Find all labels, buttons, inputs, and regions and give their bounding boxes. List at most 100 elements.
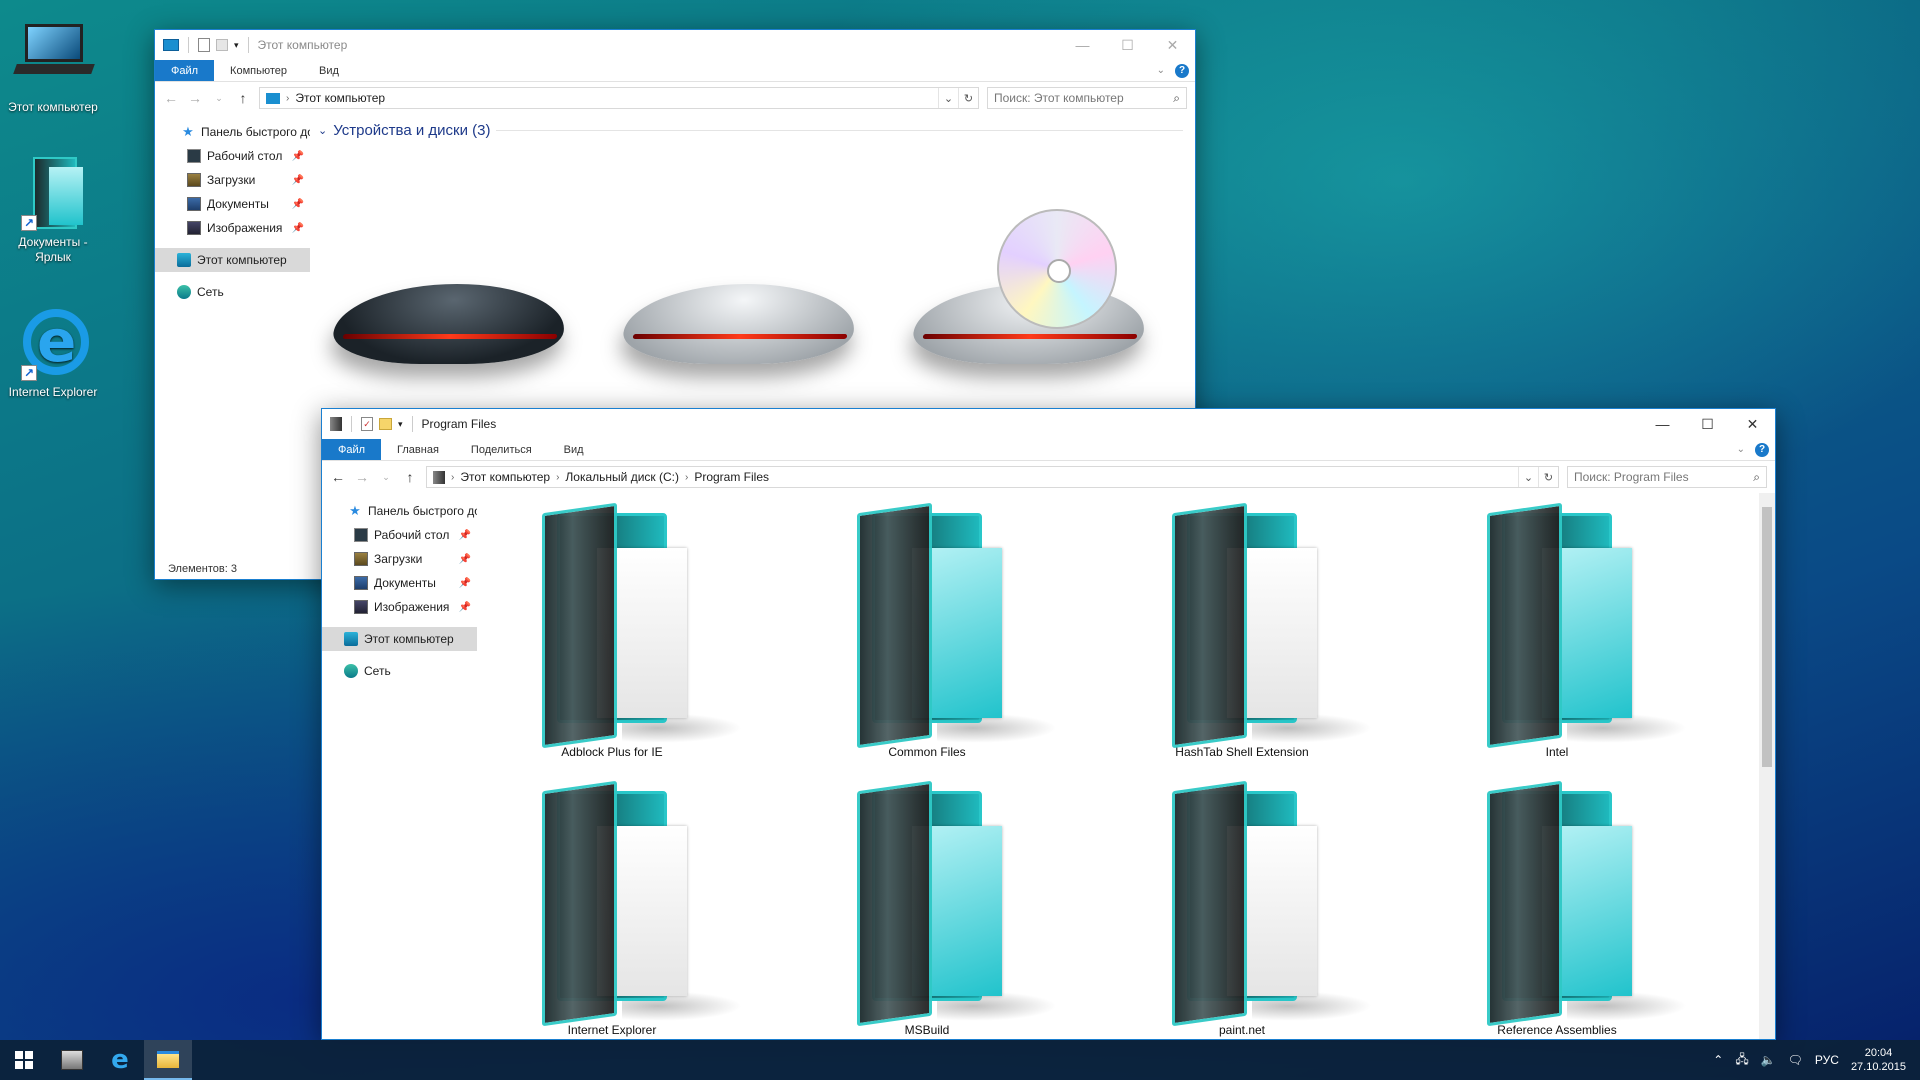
- tab-view[interactable]: Вид: [303, 60, 355, 81]
- nav-this-pc[interactable]: Этот компьютер: [322, 627, 477, 651]
- quick-access-dropdown-icon[interactable]: ▾: [234, 40, 239, 51]
- minimize-button[interactable]: —: [1060, 30, 1105, 60]
- help-icon[interactable]: ?: [1175, 63, 1189, 78]
- start-button[interactable]: [0, 1040, 48, 1080]
- breadcrumb-separator-icon: ›: [286, 92, 290, 104]
- ribbon-expand-icon[interactable]: ⌄: [1737, 444, 1745, 455]
- tab-file[interactable]: Файл: [322, 439, 382, 460]
- up-button[interactable]: ↑: [235, 90, 251, 106]
- search-box[interactable]: Поиск: Этот компьютер ⌕: [987, 87, 1187, 109]
- taskbar-file-explorer[interactable]: [144, 1040, 192, 1080]
- internet-explorer-icon: e ↗: [15, 305, 91, 381]
- nav-network[interactable]: Сеть: [322, 659, 477, 683]
- tab-view[interactable]: Вид: [548, 439, 600, 460]
- vertical-scrollbar[interactable]: [1759, 493, 1775, 1039]
- address-bar[interactable]: › Этот компьютер › Локальный диск (C:) ›…: [426, 466, 1559, 488]
- taskbar: e ⌃ 🖧 🔈 🗨 РУС 20:04 27.10.2015: [0, 1040, 1920, 1080]
- drive-item[interactable]: [615, 234, 865, 384]
- group-header-devices[interactable]: ⌄ Устройства и диски (3): [318, 122, 1195, 139]
- close-button[interactable]: ✕: [1150, 30, 1195, 60]
- folder-item[interactable]: MSBuild: [812, 780, 1057, 1037]
- folder-item[interactable]: Intel: [1442, 502, 1687, 759]
- clock-time: 20:04: [1864, 1047, 1893, 1059]
- folder-item[interactable]: Internet Explorer: [497, 780, 742, 1037]
- tab-home[interactable]: Главная: [381, 439, 455, 460]
- search-box[interactable]: Поиск: Program Files ⌕: [1567, 466, 1767, 488]
- computer-icon: [177, 253, 191, 267]
- tab-share[interactable]: Поделиться: [455, 439, 548, 460]
- nav-documents[interactable]: Документы 📌: [155, 192, 310, 216]
- scrollbar-thumb[interactable]: [1762, 507, 1772, 767]
- help-icon[interactable]: ?: [1755, 442, 1769, 457]
- back-button[interactable]: ←: [330, 469, 346, 485]
- properties-icon[interactable]: ✓: [361, 417, 373, 431]
- back-button[interactable]: ←: [163, 90, 179, 106]
- navigation-pane: ★ Панель быстрого доступа Рабочий стол 📌…: [322, 493, 477, 1039]
- search-icon: ⌕: [1753, 469, 1760, 484]
- nav-network[interactable]: Сеть: [155, 280, 310, 304]
- folder-item[interactable]: paint.net: [1127, 780, 1372, 1037]
- nav-downloads[interactable]: Загрузки 📌: [155, 168, 310, 192]
- language-indicator[interactable]: РУС: [1815, 1053, 1839, 1067]
- quick-access-dropdown-icon[interactable]: ▾: [398, 419, 403, 430]
- ribbon-expand-icon[interactable]: ⌄: [1157, 65, 1165, 76]
- desktop-icon-this-pc[interactable]: Этот компьютер: [0, 20, 106, 115]
- tab-computer[interactable]: Компьютер: [214, 60, 303, 81]
- folder-item[interactable]: HashTab Shell Extension: [1127, 502, 1372, 759]
- folder-item[interactable]: Reference Assemblies: [1442, 780, 1687, 1037]
- drive-item[interactable]: [325, 234, 575, 384]
- nav-documents[interactable]: Документы 📌: [322, 571, 477, 595]
- breadcrumb-this-pc[interactable]: Этот компьютер: [460, 470, 550, 484]
- notifications-icon[interactable]: 🗨: [1788, 1053, 1803, 1067]
- desktop-icon-internet-explorer[interactable]: e ↗ Internet Explorer: [0, 305, 106, 400]
- chevron-up-icon[interactable]: ⌃: [1713, 1053, 1723, 1067]
- volume-icon[interactable]: 🔈: [1761, 1053, 1776, 1067]
- forward-button[interactable]: →: [187, 90, 203, 106]
- nav-pictures[interactable]: Изображения 📌: [155, 216, 310, 240]
- title-bar[interactable]: ▾ Этот компьютер — ☐ ✕: [155, 30, 1195, 60]
- folder-item[interactable]: Common Files: [812, 502, 1057, 759]
- nav-label: Рабочий стол: [374, 528, 450, 542]
- computer-icon: [344, 632, 358, 646]
- address-dropdown-icon[interactable]: ⌄: [1518, 467, 1538, 487]
- nav-downloads[interactable]: Загрузки 📌: [322, 547, 477, 571]
- drive-icon: [433, 470, 445, 484]
- minimize-button[interactable]: —: [1640, 409, 1685, 439]
- properties-icon[interactable]: [198, 38, 210, 52]
- new-folder-icon[interactable]: [216, 39, 228, 51]
- nav-desktop[interactable]: Рабочий стол 📌: [322, 523, 477, 547]
- refresh-icon[interactable]: ↻: [958, 88, 978, 108]
- up-button[interactable]: ↑: [402, 469, 418, 485]
- taskbar-internet-explorer[interactable]: e: [96, 1040, 144, 1080]
- explorer-window-program-files[interactable]: ✓ ▾ Program Files — ☐ ✕ Файл Главная Под…: [321, 408, 1776, 1040]
- close-button[interactable]: ✕: [1730, 409, 1775, 439]
- folder-icon: [157, 1050, 179, 1068]
- nav-quick-access[interactable]: ★ Панель быстрого доступа: [322, 499, 477, 523]
- drive-item[interactable]: [905, 209, 1155, 384]
- new-folder-icon[interactable]: [379, 418, 392, 430]
- folder-icon: [817, 502, 1057, 749]
- nav-desktop[interactable]: Рабочий стол 📌: [155, 144, 310, 168]
- nav-quick-access[interactable]: ★ Панель быстрого доступа: [155, 120, 310, 144]
- maximize-button[interactable]: ☐: [1105, 30, 1150, 60]
- breadcrumb-local-disk[interactable]: Локальный диск (C:): [565, 470, 679, 484]
- taskbar-media-app[interactable]: [48, 1040, 96, 1080]
- address-dropdown-icon[interactable]: ⌄: [938, 88, 958, 108]
- breadcrumb-program-files[interactable]: Program Files: [694, 470, 769, 484]
- recent-locations-button[interactable]: ⌄: [378, 472, 394, 483]
- nav-this-pc[interactable]: Этот компьютер: [155, 248, 310, 272]
- refresh-icon[interactable]: ↻: [1538, 467, 1558, 487]
- pin-icon: 📌: [458, 553, 471, 565]
- address-bar[interactable]: › Этот компьютер ⌄ ↻: [259, 87, 979, 109]
- recent-locations-button[interactable]: ⌄: [211, 93, 227, 104]
- desktop-icon-documents-shortcut[interactable]: ↗ Документы - Ярлык: [0, 155, 106, 265]
- breadcrumb-this-pc[interactable]: Этот компьютер: [295, 91, 385, 105]
- tab-file[interactable]: Файл: [155, 60, 215, 81]
- folder-item[interactable]: Adblock Plus for IE: [497, 502, 742, 759]
- nav-pictures[interactable]: Изображения 📌: [322, 595, 477, 619]
- title-bar[interactable]: ✓ ▾ Program Files — ☐ ✕: [322, 409, 1775, 439]
- clock[interactable]: 20:04 27.10.2015: [1851, 1046, 1906, 1074]
- forward-button[interactable]: →: [354, 469, 370, 485]
- maximize-button[interactable]: ☐: [1685, 409, 1730, 439]
- network-tray-icon[interactable]: 🖧: [1735, 1050, 1748, 1071]
